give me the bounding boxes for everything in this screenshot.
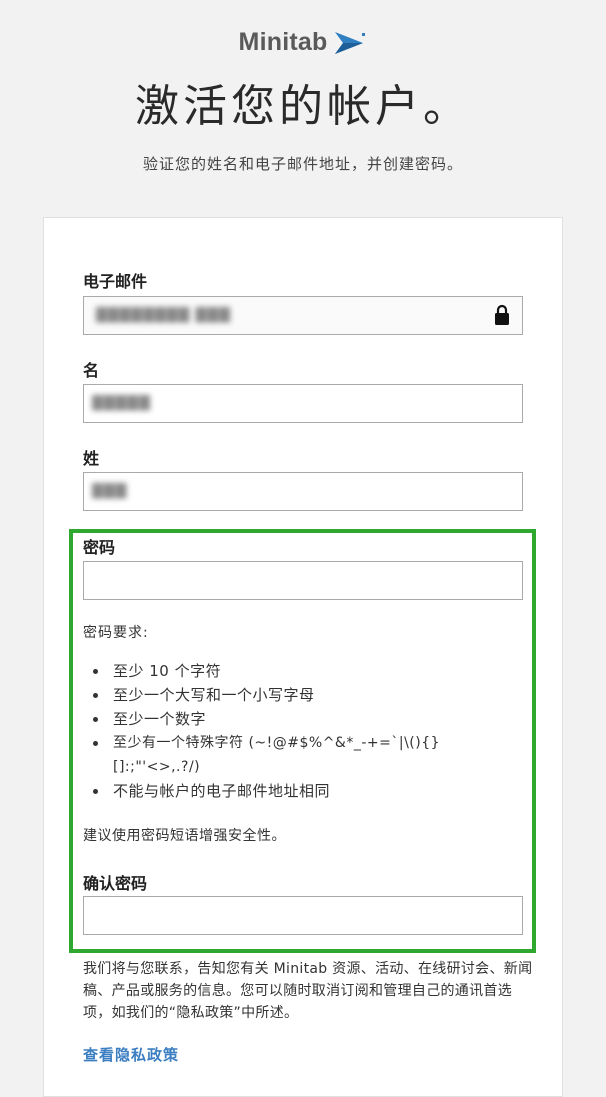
- contact-consent-note: 我们将与您联系，告知您有关 Minitab 资源、活动、在线研讨会、新闻稿、产品…: [83, 961, 533, 1021]
- last-name-label: 姓: [83, 449, 100, 468]
- email-field[interactable]: ████████ ███: [83, 296, 523, 335]
- logo-text: Minitab: [238, 28, 328, 56]
- email-value: ████████ ███: [96, 307, 231, 323]
- confirm-password-input[interactable]: [83, 896, 523, 935]
- password-requirements-list: 至少 10 个字符 至少一个大写和一个小写字母 至少一个数字 至少有一个特殊字符…: [83, 659, 523, 803]
- minitab-logo-mark-icon: [335, 31, 366, 54]
- first-name-field[interactable]: █████: [83, 384, 523, 423]
- last-name-field[interactable]: ███: [83, 472, 523, 511]
- first-name-value: █████: [92, 395, 151, 411]
- minitab-logo: Minitab: [0, 28, 606, 57]
- email-label: 电子邮件: [83, 272, 148, 291]
- password-requirements-heading: 密码要求:: [83, 625, 149, 641]
- requirement-item: 至少 10 个字符: [93, 659, 523, 683]
- page-title: 激活您的帐户。: [135, 81, 471, 132]
- password-input[interactable]: [83, 561, 523, 600]
- passphrase-suggestion: 建议使用密码短语增强安全性。: [83, 828, 286, 844]
- privacy-policy-link[interactable]: 查看隐私政策: [83, 1044, 179, 1065]
- requirement-item: 至少一个大写和一个小写字母: [93, 683, 523, 707]
- last-name-value: ███: [92, 483, 128, 499]
- confirm-password-label: 确认密码: [83, 874, 148, 893]
- requirement-item: 至少一个数字: [93, 707, 523, 731]
- first-name-label: 名: [83, 361, 100, 380]
- requirement-item: 至少有一个特殊字符 (~!@#$%^&*_-+=`|\(){}[]:;"'<>,…: [93, 731, 523, 779]
- password-label: 密码: [83, 538, 116, 557]
- page-subtitle: 验证您的姓名和电子邮件地址，并创建密码。: [142, 155, 463, 173]
- requirement-item: 不能与帐户的电子邮件地址相同: [93, 779, 523, 803]
- lock-icon: [495, 304, 509, 325]
